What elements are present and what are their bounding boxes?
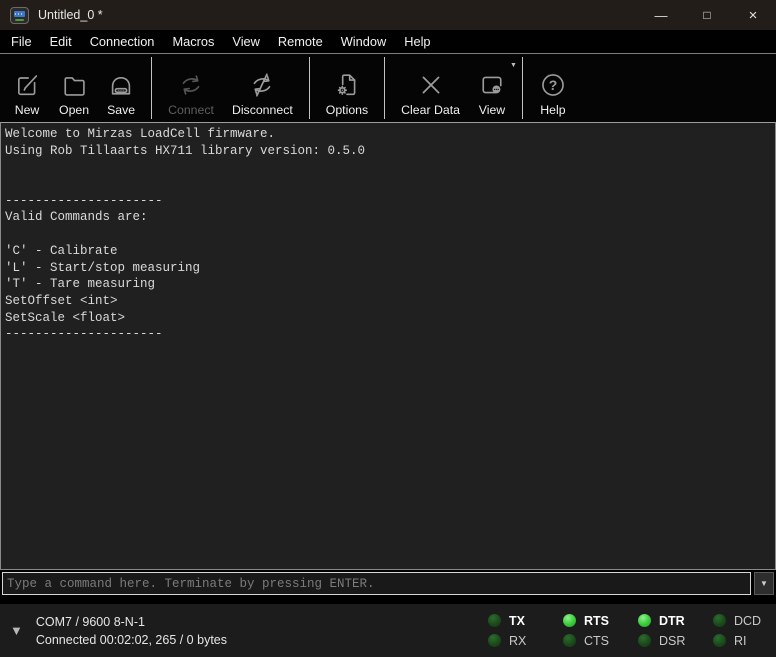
- clear-data-x-icon: [417, 68, 445, 102]
- window-title: Untitled_0 *: [38, 8, 103, 22]
- terminal-line: 'C' - Calibrate: [5, 243, 771, 260]
- port-settings-text: COM7 / 9600 8-N-1: [36, 613, 488, 631]
- terminal-line: [5, 176, 771, 193]
- toolbar-separator: [384, 57, 385, 119]
- close-button[interactable]: ×: [730, 0, 776, 30]
- disconnect-icon: [248, 68, 276, 102]
- toolbar-separator: [309, 57, 310, 119]
- dtr-led: [638, 614, 651, 627]
- menu-edit[interactable]: Edit: [41, 30, 81, 53]
- toolbar-separator: [522, 57, 523, 119]
- terminal-line: ---------------------: [5, 193, 771, 210]
- menu-bar: File Edit Connection Macros View Remote …: [0, 30, 776, 54]
- connect-icon: [177, 68, 205, 102]
- svg-text:?: ?: [549, 77, 558, 93]
- terminal-line: 'L' - Start/stop measuring: [5, 260, 771, 277]
- app-icon: [10, 7, 29, 24]
- toolbar: New Open Save: [0, 54, 776, 122]
- terminal-line: ---------------------: [5, 326, 771, 343]
- new-button[interactable]: New: [4, 56, 50, 120]
- toolbar-separator: [151, 57, 152, 119]
- options-gear-document-icon: [333, 68, 361, 102]
- cts-led: [563, 634, 576, 647]
- new-document-icon: [13, 68, 41, 102]
- menu-connection[interactable]: Connection: [81, 30, 164, 53]
- status-bar: ▼ COM7 / 9600 8-N-1 Connected 00:02:02, …: [0, 604, 776, 657]
- maximize-button[interactable]: □: [684, 0, 730, 30]
- terminal-output: Welcome to Mirzas LoadCell firmware. Usi…: [0, 122, 776, 570]
- connect-button[interactable]: Connect: [159, 56, 223, 120]
- command-history-button[interactable]: ▼: [754, 572, 774, 595]
- help-button[interactable]: ? Help: [530, 56, 576, 120]
- rts-led: [563, 614, 576, 627]
- cts-indicator: CTS: [563, 634, 614, 648]
- terminal-line: Using Rob Tillaarts HX711 library versio…: [5, 143, 771, 160]
- command-row: ▼: [0, 570, 776, 597]
- menu-view[interactable]: View: [223, 30, 269, 53]
- serial-indicator-grid: TX RX RTS CTS DTR DSR: [488, 614, 764, 648]
- dsr-led: [638, 634, 651, 647]
- tx-led: [488, 614, 501, 627]
- save-drive-icon: [107, 68, 135, 102]
- ri-indicator: RI: [713, 634, 764, 648]
- view-dropdown-caret-icon[interactable]: ▼: [510, 62, 517, 69]
- help-question-icon: ?: [539, 68, 567, 102]
- terminal-line: 'T' - Tare measuring: [5, 276, 771, 293]
- view-button[interactable]: ▼ View: [469, 56, 515, 120]
- dcd-led: [713, 614, 726, 627]
- tx-indicator: TX: [488, 614, 539, 628]
- status-gap: [0, 597, 776, 604]
- options-button[interactable]: Options: [317, 56, 377, 120]
- status-expander-icon[interactable]: ▼: [10, 623, 23, 638]
- disconnect-button[interactable]: Disconnect: [223, 56, 302, 120]
- rx-led: [488, 634, 501, 647]
- terminal-line: Welcome to Mirzas LoadCell firmware.: [5, 126, 771, 143]
- terminal-line: [5, 226, 771, 243]
- dtr-indicator: DTR: [638, 614, 689, 628]
- title-bar: Untitled_0 * — □ ×: [0, 0, 776, 30]
- terminal-line: SetScale <float>: [5, 310, 771, 327]
- open-folder-icon: [60, 68, 88, 102]
- rts-indicator: RTS: [563, 614, 614, 628]
- terminal-line: Valid Commands are:: [5, 209, 771, 226]
- dcd-indicator: DCD: [713, 614, 764, 628]
- clear-data-button[interactable]: Clear Data: [392, 56, 469, 120]
- menu-file[interactable]: File: [2, 30, 41, 53]
- menu-macros[interactable]: Macros: [163, 30, 223, 53]
- menu-help[interactable]: Help: [395, 30, 439, 53]
- save-button[interactable]: Save: [98, 56, 144, 120]
- dropdown-caret-icon: ▼: [760, 579, 768, 588]
- command-input[interactable]: [2, 572, 751, 595]
- connection-status: COM7 / 9600 8-N-1 Connected 00:02:02, 26…: [36, 613, 488, 649]
- connection-info-text: Connected 00:02:02, 265 / 0 bytes: [36, 631, 488, 649]
- dsr-indicator: DSR: [638, 634, 689, 648]
- menu-window[interactable]: Window: [332, 30, 396, 53]
- rx-indicator: RX: [488, 634, 539, 648]
- ri-led: [713, 634, 726, 647]
- menu-remote[interactable]: Remote: [269, 30, 332, 53]
- terminal-line: SetOffset <int>: [5, 293, 771, 310]
- app-window: Untitled_0 * — □ × File Edit Connection …: [0, 0, 776, 657]
- minimize-button[interactable]: —: [638, 0, 684, 30]
- view-window-icon: [478, 68, 506, 102]
- open-button[interactable]: Open: [50, 56, 98, 120]
- terminal-line: [5, 159, 771, 176]
